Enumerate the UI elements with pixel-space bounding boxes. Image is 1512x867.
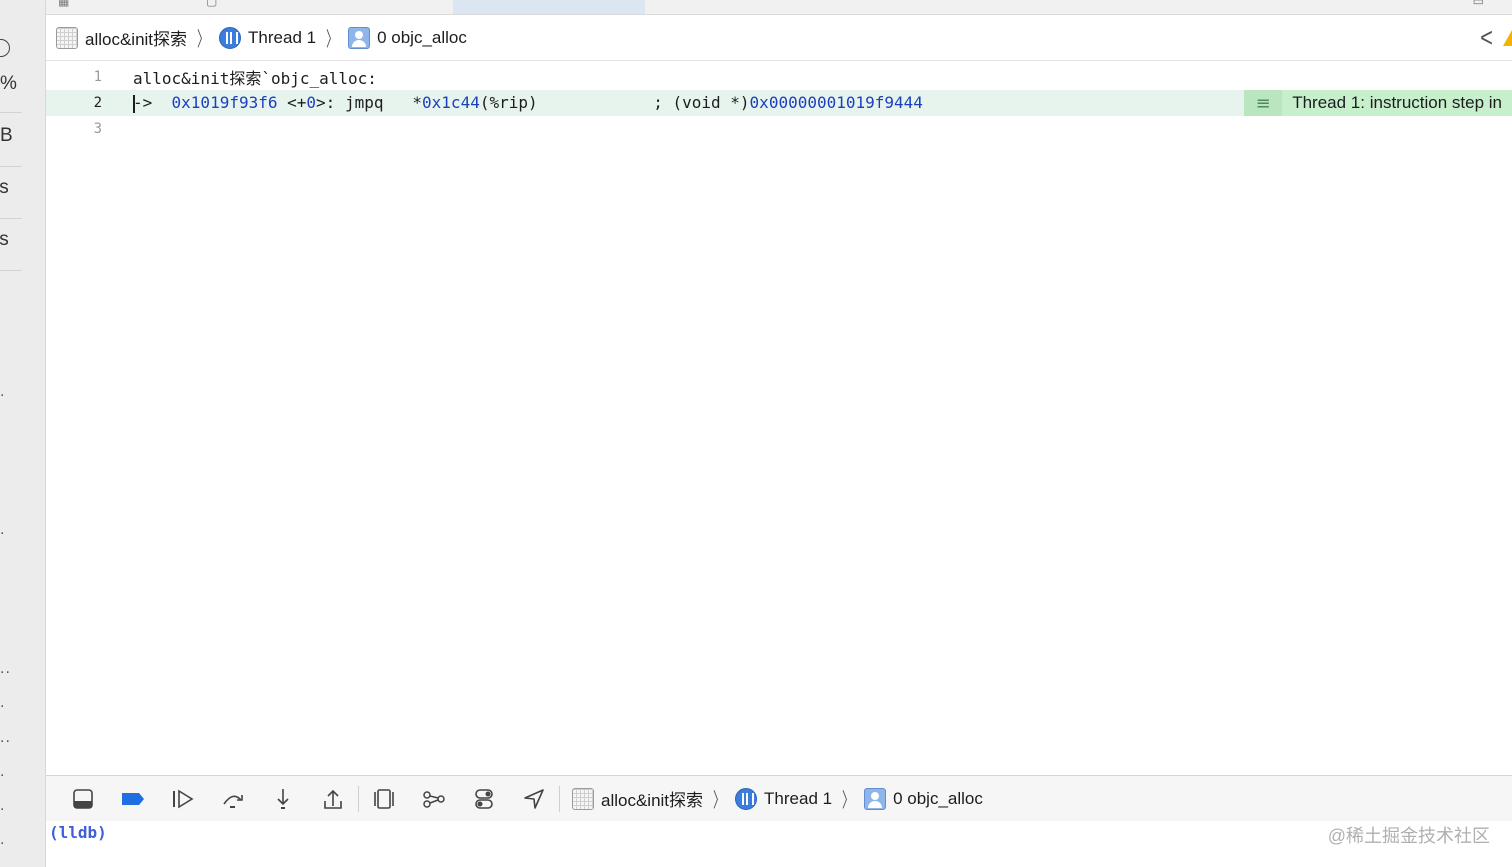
step-into-button[interactable]: [258, 776, 308, 821]
comment: ; (void *): [653, 93, 750, 113]
thread-icon: [735, 787, 758, 810]
fragment-circle: [0, 39, 10, 57]
comment-address: 0x00000001019f9444: [749, 93, 923, 113]
code-line: 1 alloc&init探索`objc_alloc:: [46, 64, 1512, 90]
document-icon: ▢: [206, 0, 218, 8]
breadcrumb-thread[interactable]: Thread 1: [219, 26, 317, 49]
breadcrumb-project[interactable]: alloc&init探索: [56, 25, 187, 50]
environment-overrides-button[interactable]: [459, 776, 509, 821]
chevron-right-icon: 〉: [326, 29, 339, 51]
sidebar-divider: [0, 112, 22, 113]
warning-icon[interactable]: [1503, 29, 1512, 46]
view-hierarchy-icon: [374, 788, 394, 809]
jump-bar: alloc&init探索 〉 Thread 1 〉 0 objc_alloc <: [46, 15, 1512, 61]
pc-arrow: ->: [133, 93, 153, 113]
disassembly-editor[interactable]: 1 alloc&init探索`objc_alloc: 2 -> 0x1019f9…: [46, 61, 1512, 774]
grid-icon[interactable]: ▦: [58, 0, 69, 8]
list-icon: ≡: [1244, 90, 1283, 116]
operand-star: *: [412, 93, 423, 113]
continue-button[interactable]: [158, 776, 208, 821]
truncation-dot: .: [0, 521, 6, 538]
debug-breadcrumb: alloc&init探索 〉 Thread 1 〉 0 objc_alloc: [572, 784, 989, 813]
chevron-right-icon: 〉: [713, 790, 726, 812]
line-number: 3: [93, 121, 102, 137]
simulate-location-button[interactable]: [509, 776, 559, 821]
breadcrumb-thread-label: Thread 1: [764, 788, 833, 808]
breakpoints-icon: [122, 792, 144, 805]
operand-number: 0x1c44: [422, 93, 480, 113]
navigator-sidebar-edge: % B /s /s . . .. . .. . . .: [0, 0, 46, 867]
toggle-console-button[interactable]: [58, 776, 108, 821]
truncation-dot: ..: [0, 660, 11, 677]
breadcrumb-frame[interactable]: 0 objc_alloc: [348, 26, 467, 49]
code-line: 3: [46, 116, 1512, 142]
breadcrumb-project-label: alloc&init探索: [601, 791, 704, 810]
breadcrumb-frame[interactable]: 0 objc_alloc: [864, 787, 983, 810]
step-out-button[interactable]: [308, 776, 358, 821]
toolbar-divider: [559, 785, 560, 812]
step-over-icon: [223, 794, 243, 808]
breadcrumb-project[interactable]: alloc&init探索: [572, 786, 703, 811]
watermark: @稀土掘金技术社区: [1327, 826, 1490, 846]
chevron-right-icon: 〉: [197, 29, 210, 51]
sidebar-divider: [0, 218, 22, 219]
stack-frame-icon: [348, 26, 371, 49]
sidebar-divider: [0, 270, 22, 271]
step-out-icon: [324, 789, 342, 809]
sidebar-divider: [0, 166, 22, 167]
truncation-dot: .: [0, 831, 6, 848]
instruction-address: 0x1019f93f6: [171, 93, 278, 113]
toggle-console-icon: [73, 788, 93, 809]
breadcrumb-thread[interactable]: Thread 1: [735, 787, 833, 810]
memory-graph-button[interactable]: [409, 776, 459, 821]
lldb-prompt: (lldb): [49, 823, 107, 842]
memory-graph-icon: [423, 790, 445, 808]
truncation-dot: .: [0, 763, 6, 780]
operand-register: (%rip): [479, 93, 538, 113]
jumpbar-right-controls: <: [1480, 15, 1512, 60]
code-text: -> 0x1019f93f6 <+0>: jmpq *0x1c44(%rip) …: [133, 93, 923, 113]
annotation-text: Thread 1: instruction step in: [1282, 90, 1512, 116]
breakpoints-button[interactable]: [108, 776, 158, 821]
view-hierarchy-button[interactable]: [359, 776, 409, 821]
mnemonic: >: jmpq: [316, 93, 384, 113]
chevron-right-icon: 〉: [842, 790, 855, 812]
offset-value: 0: [306, 93, 317, 113]
continue-icon: [173, 789, 194, 808]
thread-annotation[interactable]: ≡ Thread 1: instruction step in: [1244, 90, 1512, 116]
lldb-console[interactable]: (lldb) @稀土掘金技术社区: [46, 821, 1512, 867]
tab-active[interactable]: [453, 0, 645, 14]
chevron-left-icon[interactable]: <: [1480, 22, 1493, 53]
split-editor-icon[interactable]: ▭: [1473, 0, 1484, 8]
breadcrumb-frame-label: 0 objc_alloc: [893, 788, 983, 808]
truncation-dot: .: [0, 797, 6, 814]
code-text: alloc&init探索`objc_alloc:: [133, 69, 377, 88]
breadcrumb-project-label: alloc&init探索: [85, 30, 188, 49]
sidebar-fragment: B: [0, 125, 13, 146]
location-icon: [524, 788, 544, 809]
sidebar-fragment: /s: [0, 229, 9, 250]
truncation-dot: .: [0, 694, 6, 711]
thread-icon: [219, 26, 242, 49]
breadcrumb-thread-label: Thread 1: [248, 27, 317, 47]
stack-frame-icon: [864, 787, 887, 810]
editor-tab-bar: ▦ ▢ ▭: [46, 0, 1512, 15]
project-icon: [572, 787, 594, 810]
breadcrumb-frame-label: 0 objc_alloc: [377, 27, 467, 47]
truncation-dot: ..: [0, 729, 11, 746]
debug-bar: alloc&init探索 〉 Thread 1 〉 0 objc_alloc: [46, 775, 1512, 822]
environment-overrides-icon: [475, 788, 493, 809]
sidebar-fragment: /s: [0, 177, 9, 198]
line-number: 2: [93, 95, 102, 111]
offset-open: <+: [287, 93, 307, 113]
project-icon: [56, 26, 78, 49]
truncation-dot: .: [0, 383, 6, 400]
line-number: 1: [93, 69, 102, 85]
step-into-icon: [277, 788, 289, 809]
sidebar-fragment: %: [0, 73, 17, 94]
code-line-current: 2 -> 0x1019f93f6 <+0>: jmpq *0x1c44(%rip…: [46, 90, 1512, 116]
step-over-button[interactable]: [208, 776, 258, 821]
